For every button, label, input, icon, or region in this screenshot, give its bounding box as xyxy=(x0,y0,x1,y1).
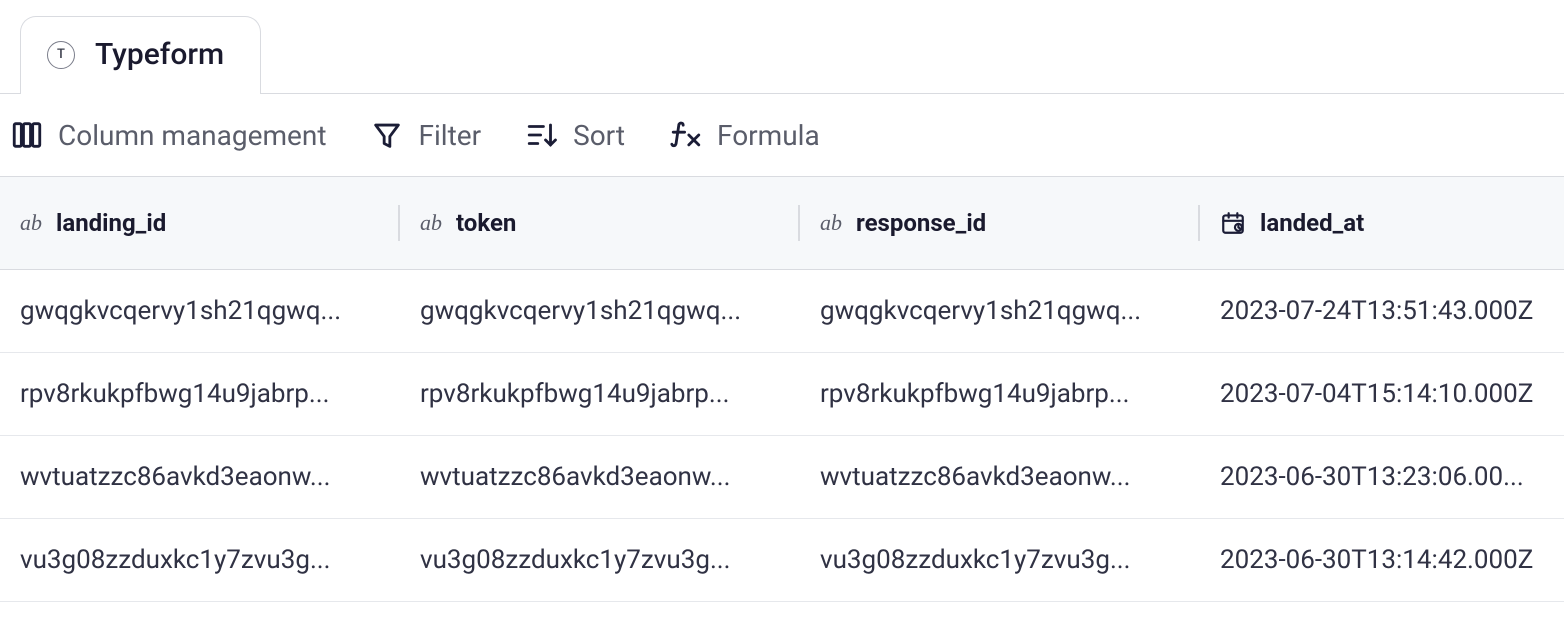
table-body: gwqgkvcqervy1sh21qgwq... gwqgkvcqervy1sh… xyxy=(0,270,1564,602)
column-header-token[interactable]: ab token xyxy=(400,177,800,269)
text-type-icon: ab xyxy=(20,210,42,236)
column-header-landing-id[interactable]: ab landing_id xyxy=(0,177,400,269)
table-header: ab landing_id ab token ab response_id la… xyxy=(0,176,1564,270)
text-type-icon: ab xyxy=(420,210,442,236)
typeform-logo-glyph: T xyxy=(57,47,65,62)
column-management-button[interactable]: Column management xyxy=(10,118,326,152)
text-type-icon: ab xyxy=(820,210,842,236)
tab-bar: T Typeform xyxy=(0,0,1564,94)
cell-landed-at: 2023-06-30T13:14:42.000Z xyxy=(1200,519,1564,601)
sort-label: Sort xyxy=(573,119,625,152)
cell-landing-id: vu3g08zzduxkc1y7zvu3g... xyxy=(0,519,400,601)
cell-landing-id: gwqgkvcqervy1sh21qgwq... xyxy=(0,270,400,352)
cell-landed-at: 2023-06-30T13:23:06.00... xyxy=(1200,436,1564,518)
filter-button[interactable]: Filter xyxy=(370,118,481,152)
cell-response-id: wvtuatzzc86avkd3eaonw... xyxy=(800,436,1200,518)
date-type-icon xyxy=(1220,210,1246,236)
cell-token: vu3g08zzduxkc1y7zvu3g... xyxy=(400,519,800,601)
cell-response-id: vu3g08zzduxkc1y7zvu3g... xyxy=(800,519,1200,601)
cell-token: wvtuatzzc86avkd3eaonw... xyxy=(400,436,800,518)
filter-icon xyxy=(370,118,404,152)
tab-label: Typeform xyxy=(95,37,224,72)
toolbar: Column management Filter Sort xyxy=(0,94,1564,176)
cell-landed-at: 2023-07-24T13:51:43.000Z xyxy=(1200,270,1564,352)
cell-landed-at: 2023-07-04T15:14:10.000Z xyxy=(1200,353,1564,435)
cell-landing-id: wvtuatzzc86avkd3eaonw... xyxy=(0,436,400,518)
cell-response-id: gwqgkvcqervy1sh21qgwq... xyxy=(800,270,1200,352)
columns-icon xyxy=(10,118,44,152)
column-header-response-id[interactable]: ab response_id xyxy=(800,177,1200,269)
sort-icon xyxy=(525,118,559,152)
cell-token: rpv8rkukpfbwg14u9jabrp... xyxy=(400,353,800,435)
formula-icon xyxy=(669,118,703,152)
formula-label: Formula xyxy=(717,119,820,152)
sort-button[interactable]: Sort xyxy=(525,118,625,152)
cell-response-id: rpv8rkukpfbwg14u9jabrp... xyxy=(800,353,1200,435)
column-name: response_id xyxy=(856,209,986,237)
column-header-landed-at[interactable]: landed_at xyxy=(1200,177,1564,269)
table-row[interactable]: gwqgkvcqervy1sh21qgwq... gwqgkvcqervy1sh… xyxy=(0,270,1564,353)
table-row[interactable]: wvtuatzzc86avkd3eaonw... wvtuatzzc86avkd… xyxy=(0,436,1564,519)
formula-button[interactable]: Formula xyxy=(669,118,820,152)
table-row[interactable]: vu3g08zzduxkc1y7zvu3g... vu3g08zzduxkc1y… xyxy=(0,519,1564,602)
tab-typeform[interactable]: T Typeform xyxy=(20,16,261,94)
cell-landing-id: rpv8rkukpfbwg14u9jabrp... xyxy=(0,353,400,435)
filter-label: Filter xyxy=(418,119,481,152)
column-management-label: Column management xyxy=(58,119,326,152)
table-row[interactable]: rpv8rkukpfbwg14u9jabrp... rpv8rkukpfbwg1… xyxy=(0,353,1564,436)
cell-token: gwqgkvcqervy1sh21qgwq... xyxy=(400,270,800,352)
typeform-logo-icon: T xyxy=(47,41,75,69)
column-name: landing_id xyxy=(56,209,166,237)
column-name: landed_at xyxy=(1260,209,1364,237)
column-name: token xyxy=(456,209,516,237)
